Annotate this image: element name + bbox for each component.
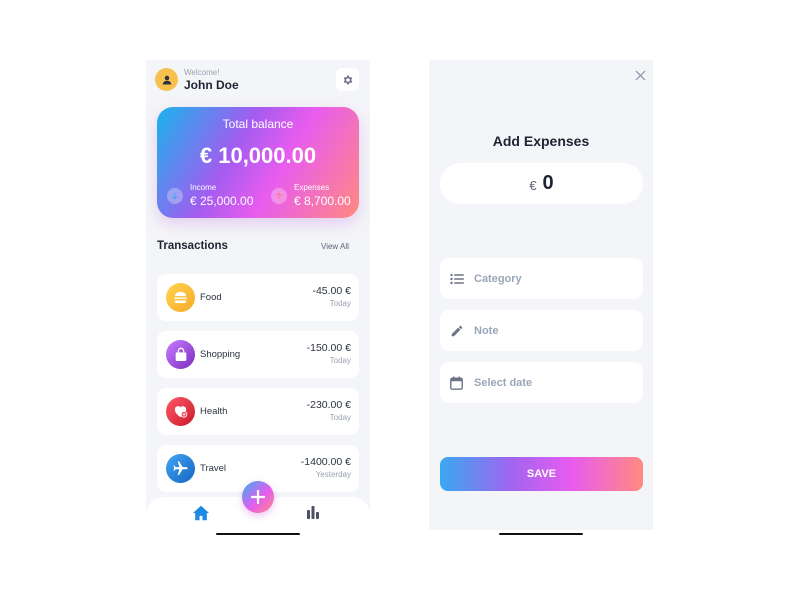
note-field[interactable]: Note xyxy=(440,310,643,351)
balance-card: Total balance € 10,000.00 Income € 25,00… xyxy=(157,107,359,218)
currency-symbol: € xyxy=(529,177,537,193)
shopping-bag-icon xyxy=(166,340,195,369)
add-transaction-button[interactable] xyxy=(242,481,274,513)
home-screen: Welcome! John Doe Total balance € 10,000… xyxy=(146,60,370,530)
heart-plus-icon xyxy=(166,397,195,426)
user-name: John Doe xyxy=(184,78,239,92)
balance-amount: € 10,000.00 xyxy=(199,143,317,168)
page-title: Add Expenses xyxy=(492,133,590,149)
burger-icon xyxy=(166,283,195,312)
income-stat: Income € 25,000.00 xyxy=(167,183,253,208)
transaction-item[interactable]: Health -230.00 € Today xyxy=(157,388,359,435)
home-indicator xyxy=(499,533,583,535)
note-placeholder: Note xyxy=(474,324,499,337)
income-label: Income xyxy=(190,183,217,192)
transaction-item[interactable]: Shopping -150.00 € Today xyxy=(157,331,359,378)
transaction-date: Today xyxy=(329,356,351,365)
transaction-amount: -230.00 € xyxy=(306,399,351,411)
close-button[interactable] xyxy=(633,68,647,82)
expenses-label: Expenses xyxy=(294,183,330,192)
transaction-name: Travel xyxy=(200,463,227,474)
view-all-link[interactable]: View All xyxy=(321,242,349,251)
transaction-name: Shopping xyxy=(200,349,241,360)
balance-title: Total balance xyxy=(222,117,294,131)
transaction-item[interactable]: Food -45.00 € Today xyxy=(157,274,359,321)
transaction-date: Today xyxy=(329,413,351,422)
date-field[interactable]: Select date xyxy=(440,362,643,403)
category-placeholder: Category xyxy=(474,272,522,285)
home-icon xyxy=(193,505,209,521)
transaction-date: Yesterday xyxy=(315,470,351,479)
expenses-value: € 8,700.00 xyxy=(294,194,351,208)
gear-icon xyxy=(343,75,352,84)
nav-home-button[interactable] xyxy=(192,505,212,523)
income-value: € 25,000.00 xyxy=(190,194,254,208)
transaction-date: Today xyxy=(329,299,351,308)
transaction-list: Food -45.00 € Today Shopping -150.00 € T… xyxy=(157,274,359,502)
avatar[interactable] xyxy=(155,68,178,91)
transaction-name: Health xyxy=(200,406,228,417)
amount-input[interactable]: € 0 xyxy=(440,163,643,204)
amount-value: 0 xyxy=(542,172,554,194)
category-field[interactable]: Category xyxy=(440,258,643,299)
nav-stats-button[interactable] xyxy=(306,505,322,521)
home-indicator xyxy=(216,533,300,535)
add-expense-screen: Add Expenses € 0 Category Note Select da… xyxy=(429,60,653,530)
user-icon xyxy=(162,75,171,84)
transaction-amount: -1400.00 € xyxy=(300,456,351,468)
list-icon xyxy=(449,271,464,286)
welcome-text: Welcome! xyxy=(184,68,220,77)
expenses-stat: Expenses € 8,700.00 xyxy=(271,183,351,208)
bar-chart-icon xyxy=(307,506,319,519)
arrow-down-icon xyxy=(167,187,183,204)
date-placeholder: Select date xyxy=(474,376,533,389)
close-icon xyxy=(634,69,646,81)
arrow-up-icon xyxy=(271,187,287,204)
save-button[interactable]: SAVE xyxy=(440,457,643,491)
transaction-amount: -45.00 € xyxy=(312,285,351,297)
plus-icon xyxy=(251,490,265,504)
calendar-icon xyxy=(449,375,464,390)
settings-button[interactable] xyxy=(336,68,359,91)
airplane-icon xyxy=(166,454,195,483)
transaction-amount: -150.00 € xyxy=(306,342,351,354)
transaction-name: Food xyxy=(200,292,222,303)
pencil-icon xyxy=(449,323,464,338)
transactions-title: Transactions xyxy=(157,240,228,252)
